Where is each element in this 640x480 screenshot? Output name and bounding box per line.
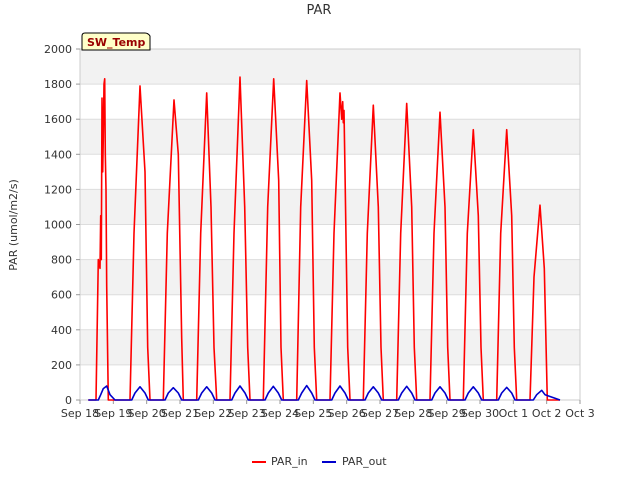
legend-label-par-in: PAR_in: [271, 455, 308, 468]
y-tick-label: 1800: [44, 78, 72, 91]
badge-label: SW_Temp: [87, 36, 146, 49]
legend: PAR_in PAR_out: [252, 455, 387, 468]
plot-background-bands: [80, 49, 580, 365]
x-tick-label: Sep 30: [461, 407, 499, 420]
y-tick-label: 600: [51, 289, 72, 302]
legend-label-par-out: PAR_out: [342, 455, 387, 468]
x-axis-ticks: Sep 18Sep 19Sep 20Sep 21Sep 22Sep 23Sep …: [61, 400, 595, 420]
y-tick-label: 400: [51, 324, 72, 337]
plot-band: [80, 189, 580, 225]
y-tick-label: 1600: [44, 113, 72, 126]
plot-band: [80, 259, 580, 295]
y-tick-label: 1400: [44, 148, 72, 161]
y-axis-ticks: 0 200 400 600 800 1000 1200 1400 1600 1800 2000: [44, 43, 80, 407]
par-chart: 0 200 400 600 800 1000 1200 1400 1600 1800 2000 Se…: [7, 3, 595, 468]
plot-band: [80, 329, 580, 365]
x-tick-label: Oct 2: [532, 407, 562, 420]
x-tick-label: Oct 3: [565, 407, 595, 420]
series-line-par-out: [88, 384, 561, 401]
y-tick-label: 1000: [44, 219, 72, 232]
plot-band: [80, 49, 580, 85]
y-axis-label: PAR (umol/m2/s): [7, 179, 20, 271]
y-tick-label: 800: [51, 254, 72, 267]
y-tick-label: 200: [51, 359, 72, 372]
chart-title: PAR: [307, 3, 332, 18]
sw-temp-badge: SW_Temp: [81, 32, 151, 51]
y-tick-label: 1200: [44, 183, 72, 196]
y-tick-label: 0: [65, 394, 72, 407]
x-tick-label: Oct 1: [499, 407, 529, 420]
y-tick-label: 2000: [44, 43, 72, 56]
